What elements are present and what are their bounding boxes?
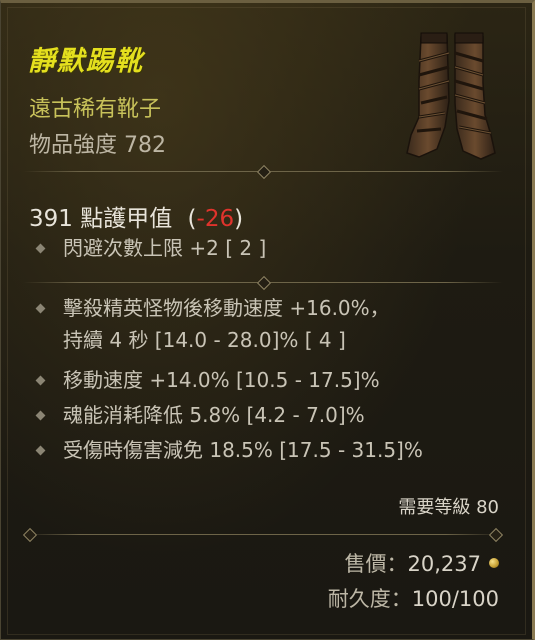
durability-label: 耐久度： [327,587,412,611]
section-divider [22,527,504,543]
section-divider [23,275,503,291]
bullet-icon [35,410,46,421]
durability-row: 耐久度：100/100 [328,583,499,613]
sell-price-row: 售價：20,237 [345,548,499,578]
armor-value-line: 391 點護甲值 (-26) [29,199,243,233]
bullet-icon [35,375,46,386]
implicit-stat: 閃避次數上限 +2 [ 2 ] [63,236,267,260]
armor-value: 391 點護甲值 [29,206,173,232]
section-divider [23,164,503,180]
gold-coin-icon [489,558,499,568]
armor-delta: -26 [196,206,235,232]
armor-paren-close: ) [234,206,244,232]
bullet-icon [35,303,46,314]
item-tooltip: 靜默踢靴 遠古稀有靴子 物品強度 782 391 點護甲值 (-26) 閃避次數… [0,0,535,640]
boots-icon [406,32,496,160]
affix-line-continued: 持續 4 秒 [14.0 - 28.0]% [ 4 ] [63,328,346,352]
item-name: 靜默踢靴 [28,46,144,77]
affix-line: 移動速度 +14.0% [10.5 - 17.5]% [63,368,380,392]
armor-paren-open: ( [187,206,197,232]
affix-line: 受傷時傷害減免 18.5% [17.5 - 31.5]% [63,438,423,462]
durability-value: 100/100 [411,587,499,611]
affix-line: 擊殺精英怪物後移動速度 +16.0%， [63,296,390,320]
affix-line: 魂能消耗降低 5.8% [4.2 - 7.0]% [63,403,365,427]
item-type: 遠古稀有靴子 [29,97,162,122]
bullet-icon [35,445,46,456]
item-power: 物品強度 782 [29,133,166,158]
required-level: 需要等級 80 [398,497,499,518]
sell-price-label: 售價： [344,552,408,576]
sell-price-value: 20,237 [407,552,481,576]
bullet-icon [35,243,46,254]
